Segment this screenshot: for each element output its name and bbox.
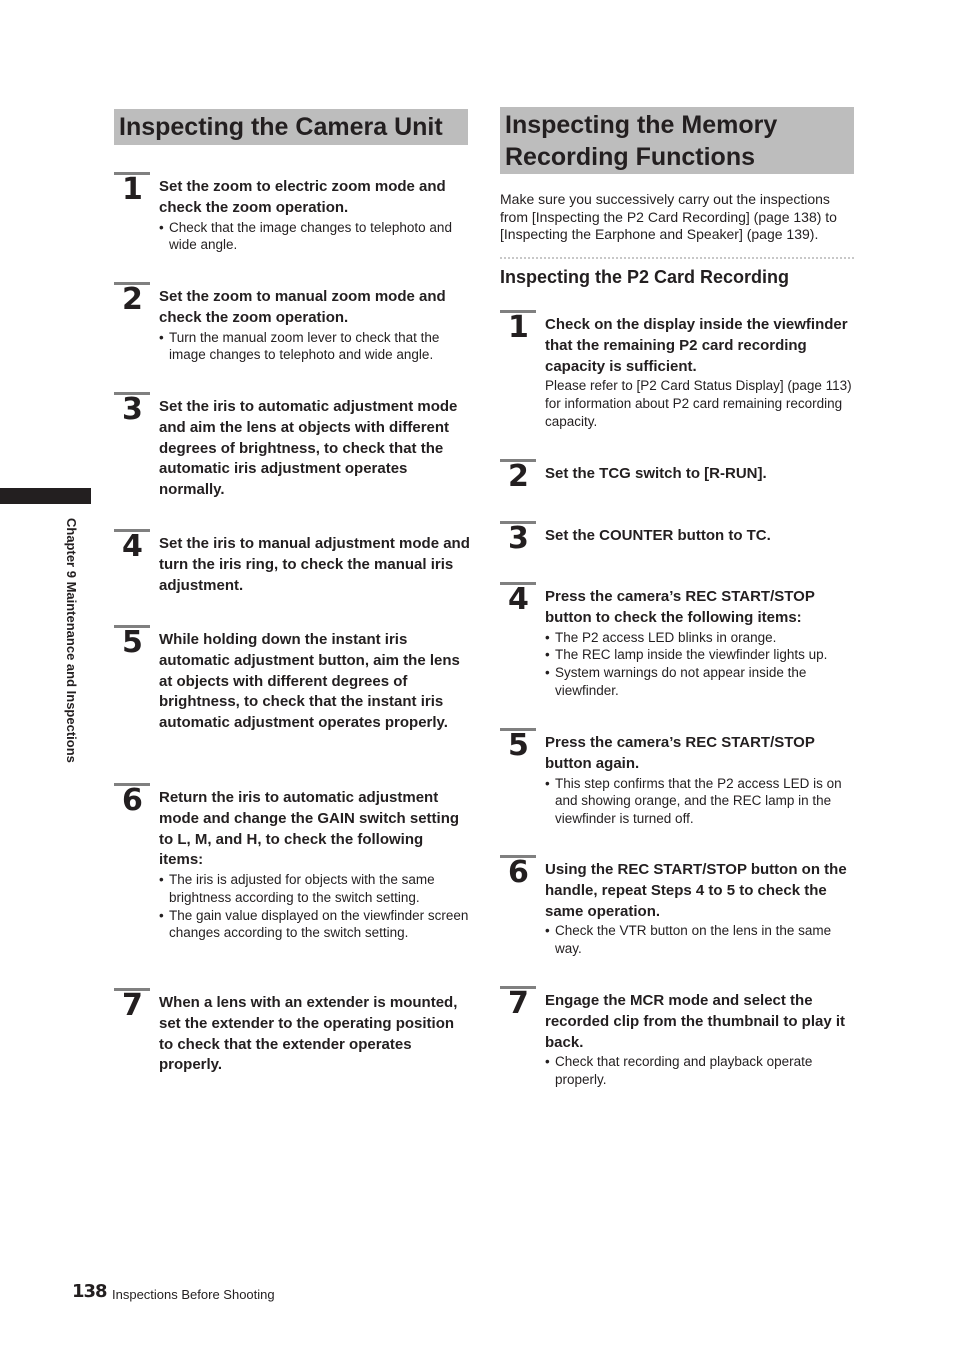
intro-paragraph: Make sure you successively carry out the…	[500, 191, 837, 242]
step-number: 4	[508, 582, 529, 617]
step-number: 1	[122, 172, 143, 207]
step-number: 3	[122, 392, 143, 427]
step-number: 2	[508, 459, 529, 494]
step-number: 1	[508, 310, 529, 345]
step-number: 3	[508, 521, 529, 556]
step-heading: Set the TCG switch to [R-RUN].	[545, 465, 767, 482]
footer-section-name: Inspections Before Shooting	[112, 1287, 275, 1302]
step-bullet: Check the VTR button on the lens in the …	[545, 922, 857, 957]
step-number: 5	[122, 625, 143, 660]
step-heading: When a lens with an extender is mounted,…	[159, 994, 458, 1074]
section-title-memory-recording: Inspecting the Memory Recording Function…	[500, 107, 854, 174]
chapter-label: Chapter 9 Maintenance and Inspections	[64, 518, 79, 763]
step-heading: Return the iris to automatic adjustment …	[159, 789, 460, 869]
step-bullet: This step confirms that the P2 access LE…	[545, 775, 857, 828]
section-title-camera-unit: Inspecting the Camera Unit	[114, 109, 468, 145]
step-bullet: System warnings do not appear inside the…	[545, 664, 857, 699]
step-heading: Check on the display inside the viewfind…	[545, 316, 848, 375]
step-bullet: The P2 access LED blinks in orange.	[545, 629, 857, 647]
step-heading: Using the REC START/STOP button on the h…	[545, 861, 847, 920]
step-number: 2	[122, 282, 143, 317]
step-bullet: The iris is adjusted for objects with th…	[159, 871, 471, 906]
step-heading: Press the camera’s REC START/STOP button…	[545, 588, 815, 626]
step-bullet: Check that the image changes to telephot…	[159, 219, 471, 254]
step-bullet: The gain value displayed on the viewfind…	[159, 907, 471, 942]
step-number: 6	[508, 855, 529, 890]
dotted-divider	[500, 257, 854, 259]
step-number: 7	[122, 988, 143, 1023]
subheading-p2-card-recording: Inspecting the P2 Card Recording	[500, 267, 790, 287]
page-number: 138	[72, 1281, 108, 1302]
step-heading: Engage the MCR mode and select the recor…	[545, 992, 846, 1051]
step-bullet: Turn the manual zoom lever to check that…	[159, 329, 471, 364]
step-heading: Set the iris to automatic adjustment mod…	[159, 398, 458, 499]
step-heading: While holding down the instant iris auto…	[159, 631, 460, 732]
step-heading: Set the iris to manual adjustment mode a…	[159, 535, 470, 594]
step-bullet: Check that recording and playback operat…	[545, 1053, 857, 1088]
step-number: 4	[122, 529, 143, 564]
step-heading: Set the COUNTER button to TC.	[545, 527, 771, 544]
step-number: 7	[508, 986, 529, 1021]
step-number: 5	[508, 728, 529, 763]
step-bullet: The REC lamp inside the viewfinder light…	[545, 646, 857, 664]
step-heading: Press the camera’s REC START/STOP button…	[545, 734, 815, 772]
step-number: 6	[122, 783, 143, 818]
chapter-tab-marker	[0, 488, 91, 504]
step-note: Please refer to [P2 Card Status Display]…	[545, 378, 852, 429]
step-heading: Set the zoom to electric zoom mode and c…	[159, 178, 446, 216]
step-heading: Set the zoom to manual zoom mode and che…	[159, 288, 446, 326]
